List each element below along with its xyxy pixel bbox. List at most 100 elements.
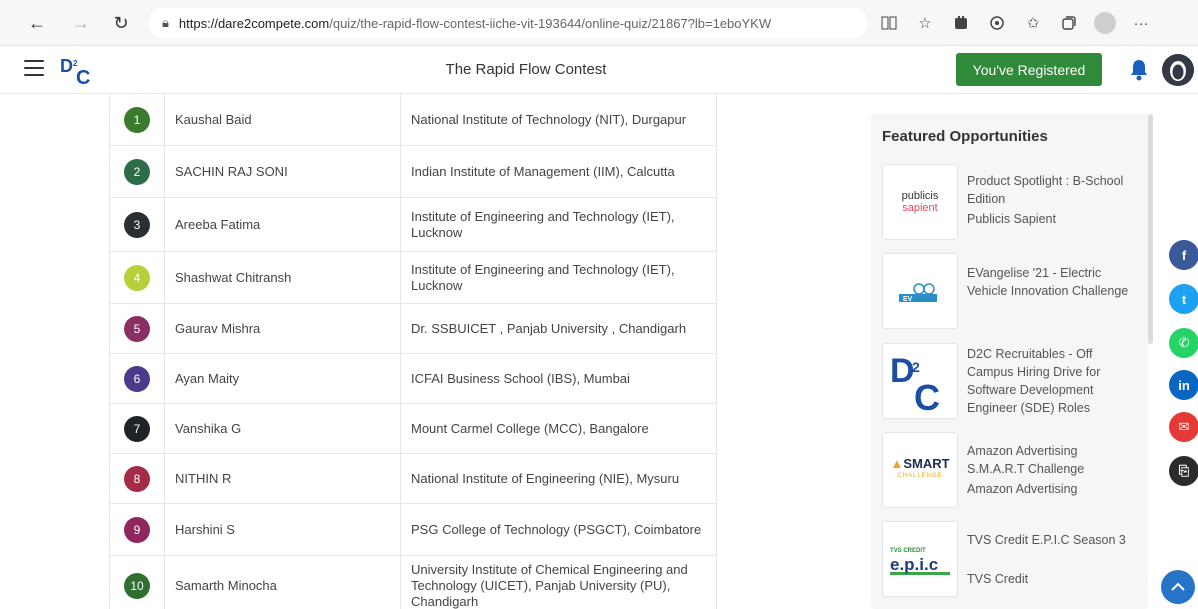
participant-name: Kaushal Baid — [165, 94, 401, 145]
featured-card[interactable]: ▲SMART CHALLENGE Amazon Advertising S.M.… — [882, 432, 1142, 512]
tvs-epic-logo: TVS CREDIT e.p.i.c — [882, 521, 958, 597]
featured-card[interactable]: publicis sapient Product Spotlight : B-S… — [882, 164, 1142, 244]
featured-opportunities-panel: Featured Opportunities publicis sapient … — [871, 114, 1148, 609]
email-icon[interactable]: ✉ — [1169, 412, 1198, 442]
table-row: 7 Vanshika G Mount Carmel College (MCC), B… — [109, 404, 717, 454]
url-path: /quiz/the-rapid-flow-contest-iiche-vit-1… — [329, 15, 772, 31]
more-icon[interactable]: ··· — [1130, 12, 1152, 34]
rank-cell: 1 — [109, 94, 165, 145]
twitter-icon[interactable]: t — [1169, 284, 1198, 314]
whatsapp-icon[interactable]: ✆ — [1169, 328, 1198, 358]
favorites-icon[interactable]: ✩ — [1022, 12, 1044, 34]
evangelise-logo: EV — [882, 253, 958, 329]
url-host: https://dare2compete.com — [178, 15, 330, 31]
browser-tools: ☆ ✩ ··· — [878, 8, 1152, 38]
logo-text: CHALLENGE — [897, 473, 943, 479]
ai-icon[interactable] — [986, 12, 1008, 34]
lock-icon[interactable]: 🔒︎ — [162, 15, 169, 31]
notification-bell-icon[interactable] — [1128, 58, 1150, 82]
back-icon[interactable]: ← — [22, 8, 52, 38]
featured-card[interactable]: D 2 C D2C Recruitables - Off Campus Hiri… — [882, 343, 1142, 423]
copy-link-icon[interactable]: ⎘ — [1169, 456, 1198, 486]
linkedin-icon[interactable]: in — [1169, 370, 1198, 400]
forward-icon[interactable]: → — [66, 8, 96, 38]
address-bar[interactable]: 🔒︎ https://dare2compete.com/quiz/the-rap… — [148, 8, 868, 38]
scroll-to-top-button[interactable] — [1161, 570, 1195, 604]
card-title: D2C Recruitables - Off Campus Hiring Dri… — [967, 347, 1101, 415]
table-row: 2 SACHIN RAJ SONI Indian Institute of Mana… — [109, 146, 717, 198]
featured-card[interactable]: EV EVangelise '21 - Electric Vehicle Inn… — [882, 253, 1142, 333]
participant-name: Vanshika G — [165, 404, 401, 453]
rank-badge: 1 — [124, 106, 150, 133]
participant-college: National Institute of Engineering (NIE),… — [401, 454, 717, 503]
favorite-add-icon[interactable]: ☆ — [914, 12, 936, 34]
participant-college: Mount Carmel College (MCC), Bangalore — [401, 404, 717, 453]
participant-name: SACHIN RAJ SONI — [165, 146, 401, 197]
participant-college: PSG College of Technology (PSGCT), Coimb… — [401, 504, 717, 555]
rank-cell: 4 — [109, 252, 165, 303]
card-title: EVangelise '21 - Electric Vehicle Innova… — [967, 266, 1129, 298]
card-title: TVS Credit E.P.I.C Season 3 — [967, 533, 1126, 547]
rank-badge: 7 — [124, 415, 150, 442]
collections-icon[interactable] — [1058, 12, 1080, 34]
rank-badge: 4 — [124, 264, 150, 291]
rank-cell: 2 — [109, 146, 165, 197]
table-row: 10 Samarth Minocha University Institute of… — [109, 556, 717, 609]
participant-college: Institute of Engineering and Technology … — [401, 252, 717, 303]
participant-name: NITHIN R — [165, 454, 401, 503]
featured-card[interactable]: TVS CREDIT e.p.i.c TVS Credit E.P.I.C Se… — [882, 521, 1142, 601]
site-header: D 2 C The Rapid Flow Contest You've Regi… — [0, 46, 1198, 94]
rank-badge: 5 — [124, 315, 150, 342]
featured-scrollbar[interactable] — [1148, 114, 1153, 344]
card-title: Amazon Advertising S.M.A.R.T Challenge — [967, 444, 1085, 476]
rank-badge: 3 — [124, 211, 150, 238]
participant-name: Gaurav Mishra — [165, 304, 401, 353]
rank-badge: 8 — [124, 465, 150, 492]
card-org: Amazon Advertising — [967, 482, 1078, 496]
participant-college: University Institute of Chemical Enginee… — [401, 556, 717, 609]
rank-cell: 3 — [109, 198, 165, 251]
profile-icon[interactable] — [1094, 12, 1116, 34]
extension-icon[interactable] — [950, 12, 972, 34]
user-avatar[interactable] — [1162, 54, 1194, 86]
logo-text: sapient — [902, 202, 938, 214]
rank-badge: 9 — [124, 516, 150, 543]
smart-challenge-logo: ▲SMART CHALLENGE — [882, 432, 958, 508]
rank-cell: 5 — [109, 304, 165, 353]
reader-mode-icon[interactable] — [878, 12, 900, 34]
registered-button[interactable]: You've Registered — [956, 53, 1102, 86]
rank-cell: 7 — [109, 404, 165, 453]
card-org: Publicis Sapient — [967, 212, 1056, 226]
chevron-up-icon — [1171, 582, 1185, 591]
logo-text: publicis — [901, 190, 939, 202]
table-row: 9 Harshini S PSG College of Technology (PS… — [109, 504, 717, 556]
card-org: TVS Credit — [967, 572, 1029, 586]
logo-text: SMART — [903, 456, 950, 471]
rank-cell: 8 — [109, 454, 165, 503]
rank-cell: 6 — [109, 354, 165, 403]
table-row: 8 NITHIN R National Institute of Engineeri… — [109, 454, 717, 504]
participant-college: Indian Institute of Management (IIM), Ca… — [401, 146, 717, 197]
table-row: 4 Shashwat Chitransh Institute of Engineer… — [109, 252, 717, 304]
browser-toolbar: ← → ↻ 🔒︎ https://dare2compete.com/quiz/t… — [0, 0, 1198, 46]
rank-cell: 9 — [109, 504, 165, 555]
facebook-icon[interactable]: f — [1169, 240, 1198, 270]
svg-text:2: 2 — [912, 359, 920, 375]
page-title: The Rapid Flow Contest — [445, 61, 607, 78]
refresh-icon[interactable]: ↻ — [106, 8, 136, 38]
participant-name: Samarth Minocha — [165, 556, 401, 609]
table-row: 3 Areeba Fatima Institute of Engineering a… — [109, 198, 717, 252]
participant-name: Areeba Fatima — [165, 198, 401, 251]
card-title: Product Spotlight : B-School Edition — [967, 174, 1124, 206]
rank-badge: 10 — [124, 572, 150, 599]
logo-text: C — [914, 377, 940, 414]
featured-title: Featured Opportunities — [882, 128, 1048, 145]
table-row: 5 Gaurav Mishra Dr. SSBUICET , Panjab Univ… — [109, 304, 717, 354]
logo-text: EV — [903, 296, 913, 303]
publicis-sapient-logo: publicis sapient — [882, 164, 958, 240]
participant-name: Ayan Maity — [165, 354, 401, 403]
participant-name: Shashwat Chitransh — [165, 252, 401, 303]
participant-college: Institute of Engineering and Technology … — [401, 198, 717, 251]
svg-text:D: D — [890, 352, 915, 390]
participant-college: National Institute of Technology (NIT), … — [401, 94, 717, 145]
